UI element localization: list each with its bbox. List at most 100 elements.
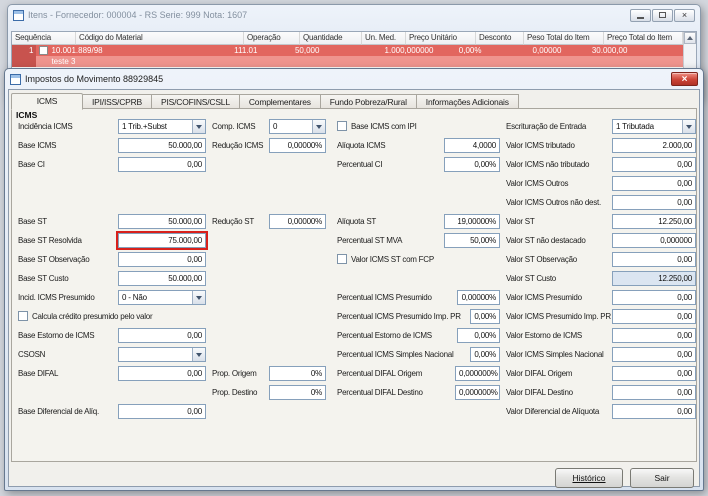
field-base-difal[interactable]: 0,00 — [118, 366, 206, 381]
column-header-un-med[interactable]: Un. Med. — [362, 32, 406, 45]
dropdown-arrow-icon[interactable] — [192, 120, 205, 133]
column-header-quantidade[interactable]: Quantidade — [300, 32, 362, 45]
row-checkbox[interactable] — [39, 46, 49, 55]
checkbox-label: Base ICMS com IPI — [351, 121, 417, 131]
label-valor-st: Valor ST — [506, 217, 535, 226]
items-window-titlebar[interactable]: Itens - Fornecedor: 000004 - RS Serie: 9… — [11, 5, 697, 25]
column-header-desconto[interactable]: Desconto — [476, 32, 524, 45]
field-value: 0% — [310, 388, 322, 397]
close-button[interactable]: × — [674, 8, 695, 22]
field-base-ci[interactable]: 0,00 — [118, 157, 206, 172]
column-header-operacao[interactable]: Operação — [244, 32, 300, 45]
field-valor-st-observacao[interactable]: 0,00 — [612, 252, 696, 267]
tab-informacoes-adicionais[interactable]: Informações Adicionais — [416, 94, 519, 109]
scroll-up-button[interactable] — [684, 32, 696, 44]
tab-fundo-pobreza-rural[interactable]: Fundo Pobreza/Rural — [320, 94, 417, 109]
field-aliquota-st[interactable]: 19,00000% — [444, 214, 500, 229]
select-incidencia-icms[interactable]: 1 Trib.+Subst — [118, 119, 206, 134]
field-percentual-difal-origem[interactable]: 0,000000% — [455, 366, 500, 381]
field-valor-icms-presumido-imp-pr[interactable]: 0,00 — [612, 309, 696, 324]
select-escrituracao-de-entrada[interactable]: 1 Tributada — [612, 119, 696, 134]
field-valor-icms-simples-nacional[interactable]: 0,00 — [612, 347, 696, 362]
sair-button-label: Sair — [654, 473, 670, 483]
column-header-codigo-do-material[interactable]: Código do Material — [76, 32, 244, 45]
field-base-st-resolvida[interactable]: 75.000,00 — [116, 231, 208, 250]
field-value: 0,00000% — [287, 217, 323, 226]
field-valor-diferencial-de-aliquota[interactable]: 0,00 — [612, 404, 696, 419]
field-value: 50.000,00 — [168, 217, 202, 226]
field-value: 0,00 — [677, 160, 692, 169]
minimize-button[interactable] — [630, 8, 651, 22]
close-button[interactable]: × — [671, 72, 698, 86]
field-value: 50,00% — [470, 236, 496, 245]
column-header-peso-total-do-item[interactable]: Peso Total do Item — [524, 32, 604, 45]
field-percentual-st-mva[interactable]: 50,00% — [444, 233, 500, 248]
items-window-title: Itens - Fornecedor: 000004 - RS Serie: 9… — [28, 10, 248, 20]
label-base-st: Base ST — [18, 217, 47, 226]
field-valor-st-custo[interactable]: 12.250,00 — [612, 271, 696, 286]
tab-pis-cofins-csll[interactable]: PIS/COFINS/CSLL — [152, 94, 240, 109]
checkbox-box-icon[interactable] — [337, 254, 347, 264]
field-valor-icms-outros[interactable]: 0,00 — [612, 176, 696, 191]
checkbox-base-icms-com-ipi[interactable]: Base ICMS com IPI — [337, 121, 417, 131]
select-incid-icms-presumido[interactable]: 0 - Não — [118, 290, 206, 305]
label-valor-st-custo: Valor ST Custo — [506, 274, 557, 283]
select-csosn[interactable] — [118, 347, 206, 362]
field-base-estorno-de-icms[interactable]: 0,00 — [118, 328, 206, 343]
field-reducao-icms[interactable]: 0,00000% — [269, 138, 326, 153]
field-base-st[interactable]: 50.000,00 — [118, 214, 206, 229]
label-aliquota-icms: Alíquota ICMS — [337, 141, 386, 150]
field-value: 0,00% — [474, 160, 496, 169]
field-base-icms[interactable]: 50.000,00 — [118, 138, 206, 153]
field-percentual-difal-destino[interactable]: 0,000000% — [455, 385, 500, 400]
field-percentual-ci[interactable]: 0,00% — [444, 157, 500, 172]
field-base-diferencial-de-aliq[interactable]: 0,00 — [118, 404, 206, 419]
tab-icms[interactable]: ICMS — [11, 93, 83, 110]
field-aliquota-icms[interactable]: 4,0000 — [444, 138, 500, 153]
column-header-sequencia[interactable]: Sequência — [12, 32, 76, 45]
field-reducao-st[interactable]: 0,00000% — [269, 214, 326, 229]
field-valor-icms-outros-nao-dest[interactable]: 0,00 — [612, 195, 696, 210]
field-valor-icms-presumido[interactable]: 0,00 — [612, 290, 696, 305]
tab-ipi-iss-cprb[interactable]: IPI/ISS/CPRB — [83, 94, 153, 109]
field-prop-origem[interactable]: 0% — [269, 366, 326, 381]
column-header-preco-total-do-item[interactable]: Preço Total do Item — [604, 32, 683, 45]
tax-dialog-titlebar[interactable]: Impostos do Movimento 88929845 × — [8, 69, 700, 89]
field-percentual-estorno-de-icms[interactable]: 0,00% — [457, 328, 500, 343]
field-percentual-icms-simples-nacional[interactable]: 0,00% — [470, 347, 500, 362]
field-base-st-custo[interactable]: 50.000,00 — [118, 271, 206, 286]
dropdown-arrow-icon[interactable] — [312, 120, 325, 133]
field-valor-difal-origem[interactable]: 0,00 — [612, 366, 696, 381]
total-price-cell: 30.000,00 — [591, 46, 628, 55]
arrow-up-icon — [687, 36, 693, 40]
table-row[interactable]: 1 10.001.889/98 teste 3 111.01 50,000 1.… — [12, 45, 696, 67]
field-valor-estorno-de-icms[interactable]: 0,00 — [612, 328, 696, 343]
field-valor-st-nao-destacado[interactable]: 0,000000 — [612, 233, 696, 248]
maximize-button[interactable] — [652, 8, 673, 22]
field-prop-destino[interactable]: 0% — [269, 385, 326, 400]
label-valor-st-observacao: Valor ST Observação — [506, 255, 577, 264]
dropdown-arrow-icon[interactable] — [192, 291, 205, 304]
field-valor-st[interactable]: 12.250,00 — [612, 214, 696, 229]
field-percentual-icms-presumido[interactable]: 0,00000% — [457, 290, 500, 305]
checkbox-box-icon[interactable] — [337, 121, 347, 131]
checkbox-valor-icms-st-com-fcp[interactable]: Valor ICMS ST com FCP — [337, 254, 434, 264]
tab-complementares[interactable]: Complementares — [239, 94, 321, 109]
checkbox-calcula-credito-presumido-pelo-valor[interactable]: Calcula crédito presumido pelo valor — [18, 311, 153, 321]
field-valor-difal-destino[interactable]: 0,00 — [612, 385, 696, 400]
field-percentual-icms-presumido-imp-pr[interactable]: 0,00% — [470, 309, 500, 324]
caption-buttons: × — [630, 8, 695, 22]
checkbox-box-icon[interactable] — [18, 311, 28, 321]
dropdown-arrow-icon[interactable] — [192, 348, 205, 361]
field-valor-icms-nao-tributado[interactable]: 0,00 — [612, 157, 696, 172]
select-comp-icms[interactable]: 0 — [269, 119, 326, 134]
historico-button[interactable]: Histórico — [555, 468, 623, 488]
column-header-preco-unitario[interactable]: Preço Unitário — [406, 32, 476, 45]
label-valor-icms-presumido-imp-pr: Valor ICMS Presumido Imp. PR — [506, 312, 611, 321]
sair-button[interactable]: Sair — [630, 468, 694, 488]
field-valor-icms-tributado[interactable]: 2.000,00 — [612, 138, 696, 153]
field-value: 0,00 — [187, 407, 202, 416]
field-base-st-observacao[interactable]: 0,00 — [118, 252, 206, 267]
label-base-st-resolvida: Base ST Resolvida — [18, 236, 82, 245]
dropdown-arrow-icon[interactable] — [682, 120, 695, 133]
